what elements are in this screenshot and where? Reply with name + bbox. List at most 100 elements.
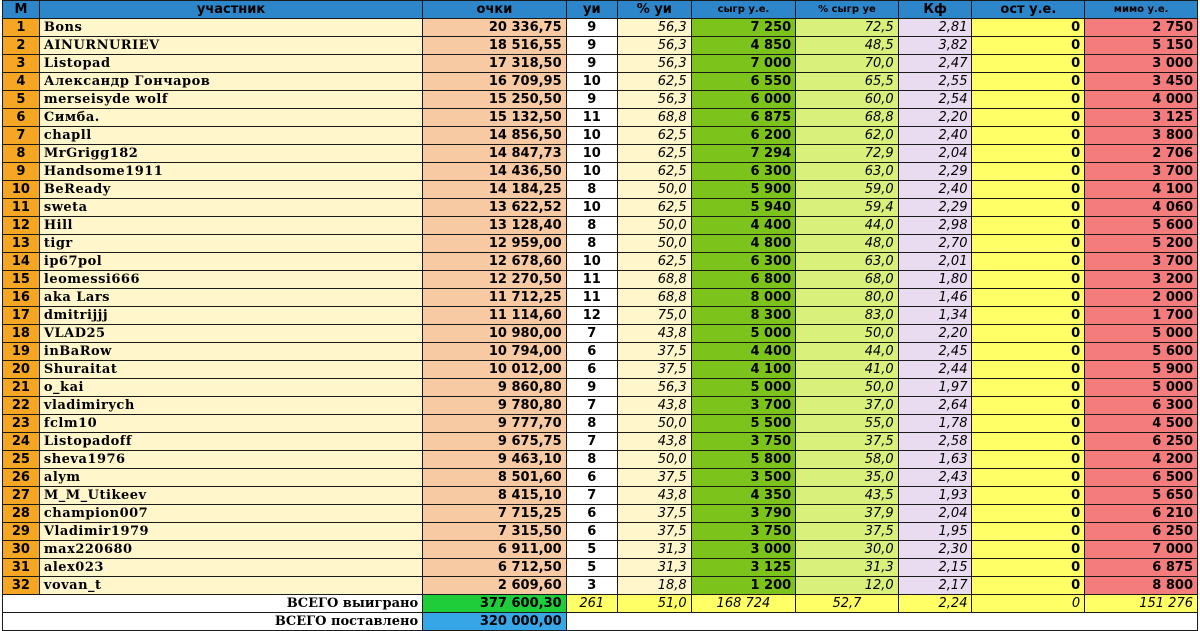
col-header-rank: М bbox=[2, 0, 40, 19]
pct-ui-cell: 68,8 bbox=[616, 270, 692, 289]
pct-won-cell: 37,0 bbox=[795, 396, 899, 415]
won-cell: 6 200 bbox=[690, 126, 797, 145]
won-cell: 1 200 bbox=[690, 576, 797, 595]
kf-cell: 1,34 bbox=[897, 306, 973, 325]
ui-cell: 6 bbox=[565, 342, 618, 361]
points-cell: 9 463,10 bbox=[422, 450, 567, 469]
pct-ui-cell: 56,3 bbox=[616, 90, 692, 109]
participant-name: alym bbox=[38, 468, 424, 487]
table-row: 16 aka Lars 11 712,25 11 68,8 8 000 80,0 1,46 0 2… bbox=[2, 288, 1198, 307]
pct-won-cell: 41,0 bbox=[795, 360, 899, 379]
table-row: 21 o_kai 9 860,80 9 56,3 5 000 50,0 1,97 0 5 000 bbox=[2, 378, 1198, 397]
table-row: 1 Bons 20 336,75 9 56,3 7 250 72,5 2,81 0 2 750 bbox=[2, 18, 1198, 37]
kf-cell: 2,20 bbox=[897, 108, 973, 127]
points-cell: 14 436,50 bbox=[422, 162, 567, 181]
rank-cell: 19 bbox=[2, 342, 40, 361]
remaining-cell: 0 bbox=[971, 342, 1086, 361]
ui-cell: 6 bbox=[565, 468, 618, 487]
kf-cell: 1,93 bbox=[897, 486, 973, 505]
participant-name: Shuraitat bbox=[38, 360, 424, 379]
ui-cell: 10 bbox=[565, 72, 618, 91]
ui-cell: 11 bbox=[565, 288, 618, 307]
total-pct-won: 52,7 bbox=[795, 594, 899, 613]
points-cell: 8 501,60 bbox=[422, 468, 567, 487]
pct-ui-cell: 68,8 bbox=[616, 288, 692, 307]
won-cell: 5 800 bbox=[690, 450, 797, 469]
ui-cell: 10 bbox=[565, 144, 618, 163]
points-cell: 10 794,00 bbox=[422, 342, 567, 361]
kf-cell: 2,17 bbox=[897, 576, 973, 595]
rank-cell: 24 bbox=[2, 432, 40, 451]
participant-name: o_kai bbox=[38, 378, 424, 397]
pct-won-cell: 72,9 bbox=[795, 144, 899, 163]
kf-cell: 2,43 bbox=[897, 468, 973, 487]
kf-cell: 2,01 bbox=[897, 252, 973, 271]
pct-won-cell: 35,0 bbox=[795, 468, 899, 487]
won-cell: 6 000 bbox=[690, 90, 797, 109]
won-cell: 3 500 bbox=[690, 468, 797, 487]
won-cell: 4 800 bbox=[690, 234, 797, 253]
total-remaining: 0 bbox=[971, 594, 1086, 613]
remaining-cell: 0 bbox=[971, 486, 1086, 505]
participant-name: vovan_t bbox=[38, 576, 424, 595]
ui-cell: 7 bbox=[565, 324, 618, 343]
missed-cell: 3 700 bbox=[1084, 162, 1198, 181]
pct-ui-cell: 62,5 bbox=[616, 198, 692, 217]
ui-cell: 3 bbox=[565, 576, 618, 595]
rank-cell: 30 bbox=[2, 540, 40, 559]
rank-cell: 16 bbox=[2, 288, 40, 307]
total-kf: 2,24 bbox=[897, 594, 973, 613]
pct-won-cell: 44,0 bbox=[795, 216, 899, 235]
table-row: 30 max220680 6 911,00 5 31,3 3 000 30,0 2,30 0 7 … bbox=[2, 540, 1198, 559]
pct-won-cell: 63,0 bbox=[795, 252, 899, 271]
pct-won-cell: 68,0 bbox=[795, 270, 899, 289]
remaining-cell: 0 bbox=[971, 108, 1086, 127]
pct-won-cell: 65,5 bbox=[795, 72, 899, 91]
kf-cell: 2,40 bbox=[897, 180, 973, 199]
participant-name: alex023 bbox=[38, 558, 424, 577]
points-cell: 15 250,50 bbox=[422, 90, 567, 109]
pct-won-cell: 62,0 bbox=[795, 126, 899, 145]
ui-cell: 6 bbox=[565, 360, 618, 379]
pct-ui-cell: 43,8 bbox=[616, 486, 692, 505]
pct-ui-cell: 31,3 bbox=[616, 558, 692, 577]
rank-cell: 28 bbox=[2, 504, 40, 523]
pct-ui-cell: 75,0 bbox=[616, 306, 692, 325]
points-cell: 16 709,95 bbox=[422, 72, 567, 91]
won-cell: 7 000 bbox=[690, 54, 797, 73]
points-cell: 10 012,00 bbox=[422, 360, 567, 379]
points-cell: 12 678,60 bbox=[422, 252, 567, 271]
remaining-cell: 0 bbox=[971, 450, 1086, 469]
participant-name: chapll bbox=[38, 126, 424, 145]
pct-ui-cell: 50,0 bbox=[616, 414, 692, 433]
table-row: 10 BeReady 14 184,25 8 50,0 5 900 59,0 2,40 0 4 1… bbox=[2, 180, 1198, 199]
table-row: 14 ip67pol 12 678,60 10 62,5 6 300 63,0 2,01 0 3 … bbox=[2, 252, 1198, 271]
col-header-missed: мимо у.е. bbox=[1084, 0, 1198, 19]
participant-name: M_M_Utikeev bbox=[38, 486, 424, 505]
remaining-cell: 0 bbox=[971, 54, 1086, 73]
pct-ui-cell: 56,3 bbox=[616, 378, 692, 397]
kf-cell: 2,45 bbox=[897, 342, 973, 361]
ui-cell: 6 bbox=[565, 504, 618, 523]
remaining-cell: 0 bbox=[971, 306, 1086, 325]
rank-cell: 25 bbox=[2, 450, 40, 469]
won-cell: 6 800 bbox=[690, 270, 797, 289]
pct-ui-cell: 68,8 bbox=[616, 108, 692, 127]
total-won-label: ВСЕГО выиграно bbox=[1, 594, 424, 613]
points-cell: 2 609,60 bbox=[422, 576, 567, 595]
ui-cell: 7 bbox=[565, 486, 618, 505]
pct-won-cell: 12,0 bbox=[795, 576, 899, 595]
missed-cell: 1 700 bbox=[1084, 306, 1198, 325]
remaining-cell: 0 bbox=[971, 522, 1086, 541]
pct-ui-cell: 31,3 bbox=[616, 540, 692, 559]
table-row: 3 Listopad 17 318,50 9 56,3 7 000 70,0 2,47 0 3 0… bbox=[2, 54, 1198, 73]
ui-cell: 8 bbox=[565, 180, 618, 199]
remaining-cell: 0 bbox=[971, 468, 1086, 487]
missed-cell: 4 060 bbox=[1084, 198, 1198, 217]
pct-won-cell: 37,5 bbox=[795, 432, 899, 451]
points-cell: 10 980,00 bbox=[422, 324, 567, 343]
rank-cell: 13 bbox=[2, 234, 40, 253]
remaining-cell: 0 bbox=[971, 36, 1086, 55]
missed-cell: 2 750 bbox=[1084, 18, 1198, 37]
table-row: 23 fclm10 9 777,70 8 50,0 5 500 55,0 1,78 0 4 500 bbox=[2, 414, 1198, 433]
